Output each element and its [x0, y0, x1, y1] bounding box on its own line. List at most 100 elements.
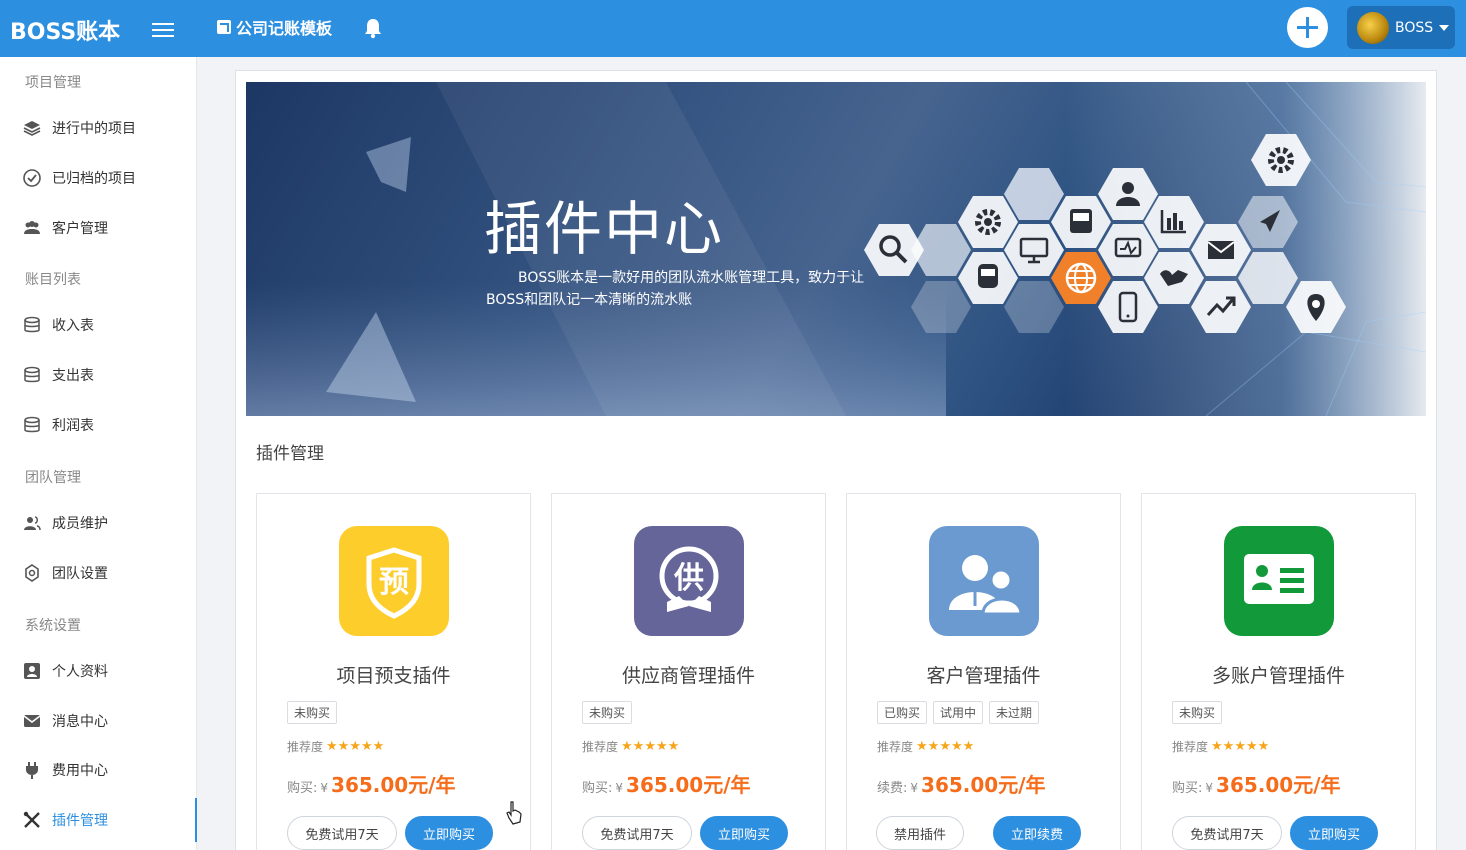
user-name: BOSS — [1395, 19, 1434, 36]
banner-hex — [864, 224, 924, 276]
plugin-name: 多账户管理插件 — [1211, 665, 1345, 687]
database-icon — [24, 416, 40, 433]
star-icon: ★★★★★ — [1211, 739, 1270, 754]
buy-now-button[interactable]: 立即购买 — [405, 816, 493, 850]
plugin-name: 客户管理插件 — [926, 665, 1041, 687]
price-amount: 365.00元/年 — [626, 773, 751, 797]
supplier-badge-icon: 供 — [634, 526, 744, 636]
sidebar-section-title: 系统设置 — [25, 618, 81, 634]
sidebar-item[interactable]: 成员维护 — [0, 501, 197, 545]
buy-now-button[interactable]: 立即购买 — [1290, 816, 1378, 850]
buy-now-button[interactable]: 立即购买 — [700, 816, 788, 850]
plugin-rating: 推荐度 ★★★★★ — [1172, 738, 1269, 755]
sidebar-item[interactable]: 插件管理 — [0, 798, 197, 842]
sidebar-item[interactable]: 已归档的项目 — [0, 156, 197, 200]
plugin-rating: 推荐度 ★★★★★ — [582, 738, 679, 755]
disable-plugin-button[interactable]: 禁用插件 — [876, 816, 964, 850]
sidebar-item[interactable]: 费用中心 — [0, 748, 197, 792]
sidebar-item[interactable]: 支出表 — [0, 353, 197, 397]
logo-area: BOSS账本 — [0, 0, 197, 57]
user-group-icon — [24, 516, 41, 531]
status-badge: 已购买 — [877, 701, 928, 724]
star-icon: ★★★★★ — [621, 739, 680, 754]
sidebar-item-label: 利润表 — [52, 418, 94, 434]
mouse-pointer-icon — [506, 801, 522, 825]
sidebar-item[interactable]: 利润表 — [0, 403, 197, 447]
database-icon — [24, 316, 40, 333]
plugins-section-title: 插件管理 — [256, 444, 324, 464]
rating-label: 推荐度 — [287, 740, 324, 754]
banner-art — [246, 82, 1426, 416]
banner-hex — [1004, 168, 1064, 220]
sidebar-item[interactable]: 进行中的项目 — [0, 106, 197, 150]
sidebar-item-label: 团队设置 — [52, 566, 108, 582]
free-trial-button[interactable]: 免费试用7天 — [287, 816, 397, 850]
sidebar-item-label: 成员维护 — [52, 516, 108, 532]
price-label: 购买: — [287, 781, 318, 796]
plugin-price: 购买: ¥365.00元/年 — [582, 769, 751, 798]
plugin-card: 客户管理插件 已购买 试用中 未过期 推荐度 ★★★★★ 续费: ¥365.00元/年 禁用插件… — [846, 493, 1121, 850]
sidebar-section-title: 项目管理 — [25, 75, 81, 91]
mail-icon — [1207, 241, 1235, 259]
sidebar-item[interactable]: 消息中心 — [0, 699, 197, 743]
free-trial-button[interactable]: 免费试用7天 — [582, 816, 692, 850]
sidebar-item-label: 费用中心 — [52, 763, 108, 779]
shield-advance-icon: 预 — [339, 526, 449, 636]
user-menu-button[interactable]: BOSS — [1347, 6, 1455, 49]
layers-icon — [23, 121, 41, 136]
add-button[interactable] — [1287, 7, 1328, 48]
plugin-rating: 推荐度 ★★★★★ — [877, 738, 974, 755]
menu-toggle-icon[interactable] — [152, 19, 176, 39]
template-link[interactable]: 公司记账模板 — [217, 15, 332, 39]
sidebar-item-label: 消息中心 — [52, 714, 108, 730]
star-icon: ★★★★★ — [916, 739, 975, 754]
users-icon — [24, 221, 40, 234]
bell-icon[interactable] — [363, 17, 383, 39]
plugin-tags: 未购买 — [582, 701, 633, 724]
sidebar-section-title: 账目列表 — [25, 272, 81, 288]
app-logo[interactable]: BOSS账本 — [10, 14, 120, 46]
sidebar-item[interactable]: 收入表 — [0, 303, 197, 347]
price-amount: 365.00元/年 — [1216, 773, 1341, 797]
avatar — [1357, 11, 1389, 44]
plugin-tags: 已购买 试用中 未过期 — [877, 701, 1040, 724]
banner-hex — [1004, 224, 1064, 276]
status-badge: 未购买 — [287, 701, 338, 724]
rating-label: 推荐度 — [1172, 740, 1209, 754]
sidebar-item-label: 插件管理 — [52, 813, 108, 829]
price-label: 购买: — [582, 781, 613, 796]
price-label: 续费: — [877, 781, 908, 796]
star-icon: ★★★★★ — [326, 739, 385, 754]
gear-outline-icon — [25, 564, 39, 582]
free-trial-button[interactable]: 免费试用7天 — [1172, 816, 1282, 850]
status-badge: 试用中 — [933, 701, 984, 724]
id-card-icon — [1224, 526, 1334, 636]
svg-text:供: 供 — [673, 561, 704, 596]
currency-symbol: ¥ — [910, 781, 919, 795]
banner-description: BOSS账本是一款好用的团队流水账管理工具，致力于让BOSS和团队记一本清晰的流… — [486, 270, 865, 308]
sidebar-item[interactable]: 客户管理 — [0, 206, 197, 250]
tools-icon — [23, 811, 40, 828]
plugin-card: 多账户管理插件 未购买 推荐度 ★★★★★ 购买: ¥365.00元/年 免费试用7天 立即购… — [1141, 493, 1416, 850]
plugin-price: 续费: ¥365.00元/年 — [877, 769, 1046, 798]
plugin-card: 供供应商管理插件未购买推荐度 ★★★★★ 购买: ¥365.00元/年免费试用7天 立即… — [551, 493, 826, 850]
banner-hex — [1004, 281, 1064, 333]
status-badge: 未购买 — [582, 701, 633, 724]
plugin-rating: 推荐度 ★★★★★ — [287, 738, 384, 755]
plug-icon — [26, 762, 38, 779]
plugin-name: 供应商管理插件 — [621, 665, 755, 687]
sidebar-item-label: 进行中的项目 — [52, 121, 136, 137]
check-circle-icon — [23, 169, 41, 187]
price-amount: 365.00元/年 — [331, 773, 456, 797]
sidebar-item-label: 客户管理 — [52, 221, 108, 237]
mail-icon — [23, 715, 41, 727]
database-icon — [24, 366, 40, 383]
plugin-center-banner: 插件中心 BOSS账本是一款好用的团队流水账管理工具，致力于让BOSS和团队记一… — [246, 82, 1426, 416]
renew-button[interactable]: 立即续费 — [993, 816, 1081, 850]
sidebar-item[interactable]: 个人资料 — [0, 649, 197, 693]
template-link-label: 公司记账模板 — [236, 19, 333, 38]
sidebar-item[interactable]: 团队设置 — [0, 551, 197, 595]
currency-symbol: ¥ — [1205, 781, 1214, 795]
status-badge: 未过期 — [989, 701, 1040, 724]
plugin-card: 预项目预支插件 未购买 推荐度 ★★★★★ 购买: ¥365.00元/年 免费试用7天 立即购… — [256, 493, 531, 850]
